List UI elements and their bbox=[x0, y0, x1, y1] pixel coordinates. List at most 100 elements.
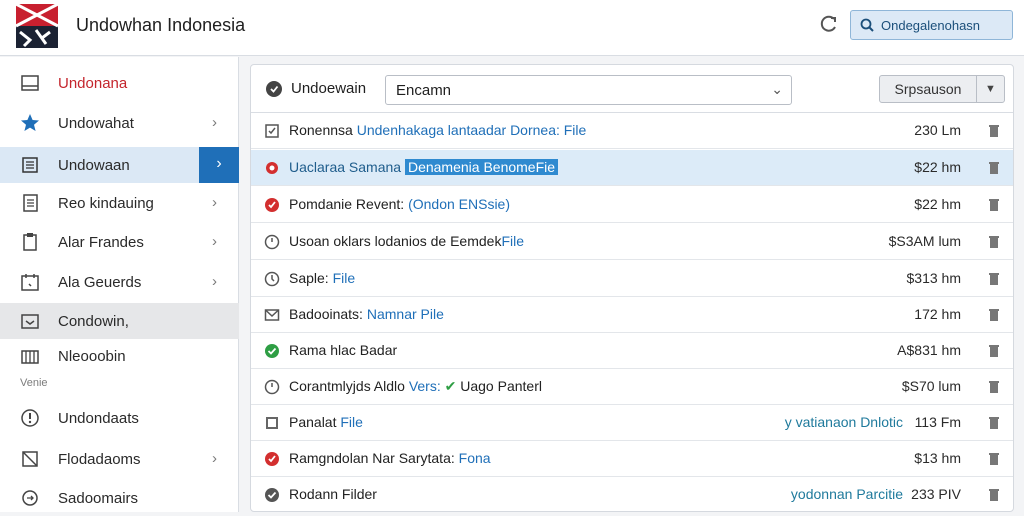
sidebar-item-undondaats[interactable]: Undondaats bbox=[0, 400, 239, 436]
item-note: y vatianaon Dnlotic bbox=[784, 414, 903, 430]
trash-icon[interactable] bbox=[988, 380, 1000, 394]
filter-select[interactable]: Encamn ⌄ bbox=[385, 75, 792, 105]
sidebar: Undonana Undowahat › Undowaan › Reo kind… bbox=[0, 57, 239, 512]
item-size: $22 hm bbox=[914, 159, 961, 175]
trash-icon[interactable] bbox=[988, 452, 1000, 466]
chevron-right-icon: › bbox=[212, 114, 217, 131]
item-highlight[interactable]: Denamenia BenomeFie bbox=[404, 159, 559, 175]
trash-icon[interactable] bbox=[988, 308, 1000, 322]
item-name: Badooinats: bbox=[289, 306, 367, 322]
trash-icon[interactable] bbox=[988, 488, 1000, 502]
sidebar-item-label: Undonana bbox=[58, 75, 128, 92]
item-name: Uaclaraa Samana bbox=[289, 159, 405, 175]
item-name: Panalat bbox=[289, 414, 341, 430]
item-extra: Uago Panterl bbox=[460, 378, 542, 394]
search-icon bbox=[860, 18, 874, 32]
success-icon bbox=[265, 488, 279, 502]
item-link[interactable]: Fona bbox=[459, 450, 491, 466]
sidebar-item-label: Alar Frandes bbox=[58, 234, 144, 251]
list-item[interactable]: Ronennsa Undenhakaga lantaadar Dornea: F… bbox=[251, 113, 1013, 149]
sidebar-item-label: Undowaan bbox=[58, 157, 130, 174]
item-name: Ramgndolan Nar Sarytata: bbox=[289, 450, 459, 466]
shield-icon bbox=[266, 81, 282, 97]
sidebar-item-sadoomairs[interactable]: Sadoomairs bbox=[0, 480, 239, 516]
sidebar-item-label: Ala Geuerds bbox=[58, 274, 142, 291]
document-icon bbox=[265, 124, 279, 138]
sidebar-section-label: Venie bbox=[20, 377, 48, 389]
item-size: 230 Lm bbox=[914, 122, 961, 138]
action-button[interactable]: Srpsauson bbox=[879, 75, 977, 103]
chevron-right-icon: › bbox=[199, 147, 239, 183]
item-size: 113 Fm bbox=[914, 414, 961, 430]
item-size: $313 hm bbox=[906, 270, 961, 286]
item-link[interactable]: Vers: bbox=[409, 378, 441, 394]
star-icon bbox=[21, 114, 39, 131]
list-item[interactable]: Rama hlac Badar A$831 hm bbox=[251, 333, 1013, 369]
sidebar-item-ala-geuerds[interactable]: Ala Geuerds › bbox=[0, 264, 239, 300]
item-link[interactable]: Undenhakaga lantaadar Dornea: File bbox=[357, 122, 587, 138]
item-link[interactable]: File bbox=[501, 233, 524, 249]
trash-icon[interactable] bbox=[988, 344, 1000, 358]
item-name: Ronennsa bbox=[289, 122, 357, 138]
calendar-icon bbox=[21, 274, 39, 291]
item-name: Usoan oklars lodanios de Eemdek bbox=[289, 233, 502, 249]
item-size: 172 hm bbox=[914, 306, 961, 322]
trash-icon[interactable] bbox=[988, 161, 1000, 175]
chevron-right-icon: › bbox=[212, 273, 217, 290]
document-icon bbox=[266, 417, 278, 429]
toolbar: Undoewain Encamn ⌄ Srpsauson ▼ bbox=[251, 65, 1013, 113]
item-name: Corantmlyjds Aldlo bbox=[289, 378, 409, 394]
sidebar-item-nleooobin[interactable]: Nleooobin bbox=[0, 338, 239, 374]
refresh-icon bbox=[22, 490, 38, 506]
list-item[interactable]: Uaclaraa Samana Denamenia BenomeFie $22 … bbox=[251, 150, 1013, 186]
item-link[interactable]: (Ondon ENSsie) bbox=[408, 196, 510, 212]
item-link[interactable]: File bbox=[340, 414, 363, 430]
list-item[interactable]: Badooinats: Namnar Pile 172 hm bbox=[251, 297, 1013, 333]
main-panel: Undoewain Encamn ⌄ Srpsauson ▼ Ronennsa … bbox=[250, 64, 1014, 512]
list-item[interactable]: Rodann Filder yodonnan Parcitie 233 PIV bbox=[251, 477, 1013, 513]
search-label: Ondegalenohasn bbox=[881, 18, 981, 33]
item-link[interactable]: File bbox=[333, 270, 356, 286]
toolbar-label: Undoewain bbox=[291, 80, 367, 97]
item-link[interactable]: Namnar Pile bbox=[367, 306, 444, 322]
refresh-icon[interactable] bbox=[818, 13, 840, 35]
list-item[interactable]: Pomdanie Revent: (Ondon ENSsie) $22 hm bbox=[251, 187, 1013, 223]
document-icon bbox=[23, 194, 38, 212]
list-item[interactable]: Corantmlyjds Aldlo Vers: ✔ Uago Panterl … bbox=[251, 369, 1013, 405]
trash-icon[interactable] bbox=[988, 416, 1000, 430]
list-item[interactable]: Panalat File y vatianaon Dnlotic 113 Fm bbox=[251, 405, 1013, 441]
sidebar-item-flodadaoms[interactable]: Flodadaoms › bbox=[0, 441, 239, 477]
trash-icon[interactable] bbox=[988, 198, 1000, 212]
clock-icon bbox=[264, 379, 280, 395]
clipboard-icon bbox=[23, 233, 37, 251]
sidebar-item-label: Undondaats bbox=[58, 410, 139, 427]
window-icon bbox=[21, 75, 39, 91]
sidebar-item-label: Undowahat bbox=[58, 115, 134, 132]
sidebar-item-label: Flodadaoms bbox=[58, 451, 141, 468]
sidebar-item-condowin[interactable]: Condowin, bbox=[0, 303, 239, 339]
clock-icon bbox=[264, 234, 280, 250]
list-item[interactable]: Ramgndolan Nar Sarytata: Fona $13 hm bbox=[251, 441, 1013, 477]
item-size: A$831 hm bbox=[897, 342, 961, 358]
sidebar-item-undowaan[interactable]: Undowaan › bbox=[0, 147, 239, 183]
item-size: $13 hm bbox=[914, 450, 961, 466]
sidebar-item-reo-kindauing[interactable]: Reo kindauing › bbox=[0, 185, 239, 221]
list-icon bbox=[22, 157, 38, 173]
mail-icon bbox=[264, 309, 280, 321]
trash-icon[interactable] bbox=[988, 272, 1000, 286]
sidebar-item-alar-frandes[interactable]: Alar Frandes › bbox=[0, 224, 239, 260]
trash-icon[interactable] bbox=[988, 124, 1000, 138]
building-icon bbox=[21, 350, 39, 364]
list-item[interactable]: Saple: File $313 hm bbox=[251, 261, 1013, 297]
list-item[interactable]: Usoan oklars lodanios de EemdekFile $S3A… bbox=[251, 224, 1013, 260]
check-icon: ✔ bbox=[444, 378, 457, 394]
sidebar-item-undowahat[interactable]: Undowahat › bbox=[0, 105, 239, 141]
flag-logo-icon bbox=[16, 4, 58, 48]
item-name: Pomdanie Revent: bbox=[289, 196, 409, 212]
trash-icon[interactable] bbox=[988, 235, 1000, 249]
chevron-right-icon: › bbox=[212, 233, 217, 250]
app-header: Undowhan Indonesia Ondegalenohasn bbox=[0, 0, 1024, 56]
sidebar-item-undonana[interactable]: Undonana bbox=[0, 65, 239, 101]
search-button[interactable]: Ondegalenohasn bbox=[850, 10, 1013, 40]
action-dropdown-button[interactable]: ▼ bbox=[976, 75, 1005, 103]
